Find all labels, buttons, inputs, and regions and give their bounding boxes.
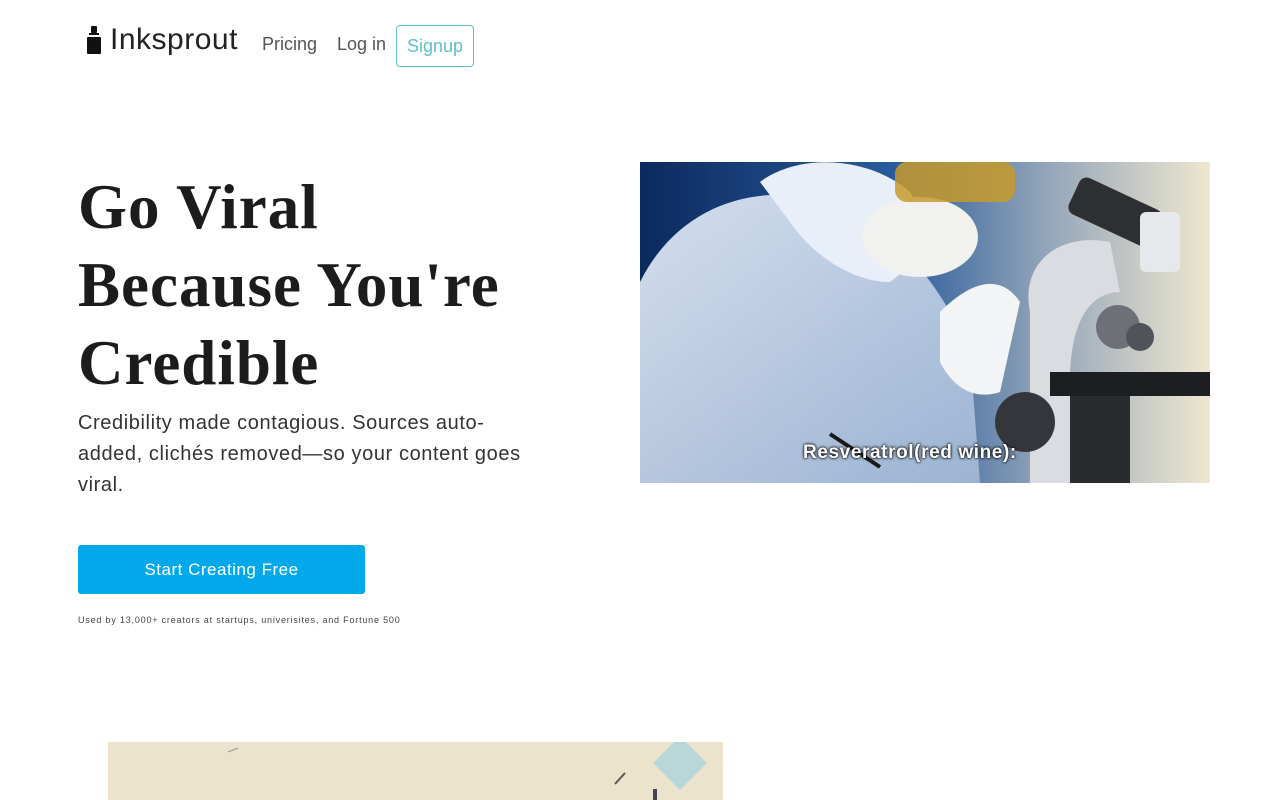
hero-title-line: Because You're bbox=[78, 250, 500, 320]
nav-pricing-link[interactable]: Pricing bbox=[262, 34, 317, 55]
hero-title: Go Viral Because You're Credible bbox=[78, 168, 618, 402]
signup-button[interactable]: Signup bbox=[396, 25, 474, 67]
brand-logo[interactable]: Inksprout bbox=[86, 23, 238, 56]
brand-name: Inksprout bbox=[110, 23, 238, 56]
section-preview-image bbox=[108, 742, 723, 800]
top-nav: Inksprout Pricing Log in Signup bbox=[0, 0, 1280, 90]
hero-title-line: Go Viral bbox=[78, 172, 319, 242]
start-creating-button[interactable]: Start Creating Free bbox=[78, 545, 365, 594]
social-proof-text: Used by 13,000+ creators at startups, un… bbox=[78, 615, 401, 625]
hero-subtitle: Credibility made contagious. Sources aut… bbox=[78, 412, 521, 496]
ink-bottle-icon bbox=[87, 26, 101, 54]
hero-title-line: Credible bbox=[78, 328, 320, 398]
nav-login-link[interactable]: Log in bbox=[337, 34, 386, 55]
video-caption: Resveratrol(red wine): bbox=[803, 442, 1017, 463]
hero-video[interactable]: Resveratrol(red wine): bbox=[640, 162, 1210, 483]
scientist-microscope-image bbox=[640, 162, 1210, 483]
preview-illustration bbox=[108, 742, 723, 800]
